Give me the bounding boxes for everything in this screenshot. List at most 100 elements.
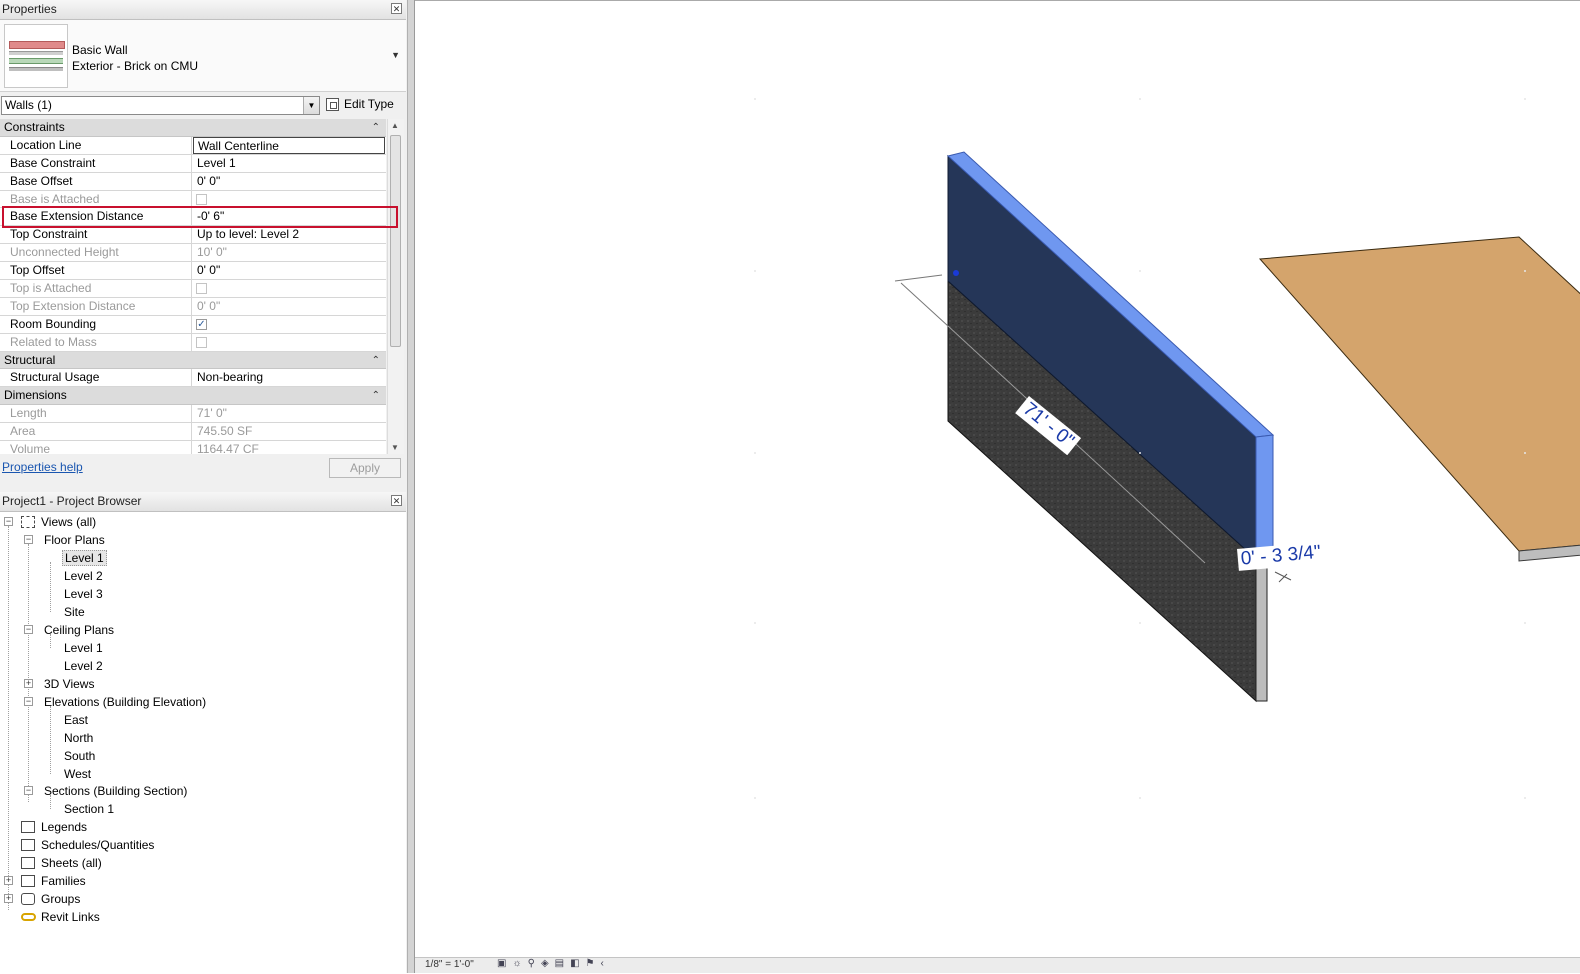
chevron-down-icon[interactable]: ▼	[391, 50, 400, 60]
panel-splitter[interactable]	[407, 0, 415, 973]
prop-row[interactable]: Top Offset 0' 0"	[0, 262, 386, 281]
section-dimensions[interactable]: Dimensions ⌃	[0, 387, 386, 406]
property-grid-scrollbar[interactable]: ▲ ▼	[387, 119, 404, 454]
related-mass-checkbox	[196, 336, 207, 348]
tree-fp-level2[interactable]: Level 2	[62, 567, 105, 585]
link-icon	[21, 913, 36, 921]
section-constraints[interactable]: Constraints ⌃	[0, 119, 386, 137]
collapse-icon[interactable]: ⌃	[372, 352, 380, 369]
edit-type-icon	[326, 98, 339, 111]
tree-cp-level2[interactable]: Level 2	[62, 657, 105, 675]
tree-cp-level1[interactable]: Level 1	[62, 639, 105, 657]
prop-name: Base Constraint	[0, 154, 192, 172]
tree-el-east[interactable]: East	[62, 711, 90, 729]
collapse-icon[interactable]: ⌃	[372, 119, 380, 136]
tree-families[interactable]: + Families	[2, 872, 88, 890]
tree-label: Floor Plans	[44, 533, 105, 547]
tree-label: Level 3	[64, 587, 103, 601]
prop-value[interactable]: Up to level: Level 2	[193, 226, 386, 243]
tree-legends[interactable]: Legends	[2, 818, 89, 836]
prop-name: Unconnected Height	[0, 244, 192, 262]
floor-slab[interactable]	[1258, 236, 1580, 552]
tree-views-all[interactable]: − Views (all)	[2, 513, 98, 531]
type-selector[interactable]: Basic Wall Exterior - Brick on CMU ▼	[0, 20, 406, 92]
prop-row[interactable]: Top Constraint Up to level: Level 2	[0, 226, 386, 245]
scroll-down-icon[interactable]: ▼	[391, 443, 399, 452]
tree-label: Level 2	[64, 659, 103, 673]
close-icon[interactable]: ✕	[391, 3, 402, 14]
prop-row: Area 745.50 SF	[0, 423, 386, 442]
scale-label[interactable]: 1/8" = 1'-0"	[425, 959, 474, 970]
tree-el-south[interactable]: South	[62, 747, 97, 765]
collapse-icon[interactable]: −	[4, 517, 13, 526]
tree-label: Sections (Building Section)	[44, 784, 188, 798]
prop-value[interactable]: Non-bearing	[193, 369, 386, 386]
prop-row: Volume 1164.47 CF	[0, 441, 386, 454]
tree-label: South	[64, 749, 96, 763]
prop-value[interactable]: 0' 0"	[193, 262, 386, 279]
tree-3d-views[interactable]: +3D Views	[22, 675, 96, 693]
instance-filter-select[interactable]: Walls (1) ▼	[1, 96, 320, 115]
tree-fp-level3[interactable]: Level 3	[62, 585, 105, 603]
tree-label: Views (all)	[41, 515, 97, 529]
prop-value[interactable]: 0' 0"	[193, 173, 386, 190]
browser-titlebar[interactable]: Project1 - Project Browser ✕	[0, 492, 406, 512]
apply-button[interactable]: Apply	[329, 458, 401, 478]
type-family: Basic Wall	[72, 43, 128, 57]
tree-fp-level1[interactable]: Level 1	[62, 549, 107, 567]
tree-sheets[interactable]: Sheets (all)	[2, 854, 104, 872]
prop-value[interactable]: Wall Centerline	[193, 136, 385, 154]
prop-row: Top Extension Distance 0' 0"	[0, 297, 386, 316]
prop-name: Top Constraint	[0, 226, 192, 244]
prop-value: 745.50 SF	[197, 424, 253, 439]
collapse-icon[interactable]: −	[24, 697, 33, 706]
collapse-icon[interactable]: ⌃	[372, 387, 380, 404]
tree-label: Level 1	[62, 550, 107, 566]
prop-name: Structural Usage	[0, 369, 192, 387]
tree-label: Groups	[41, 892, 81, 906]
section-label: Constraints	[4, 120, 65, 134]
expand-icon[interactable]: +	[24, 679, 33, 688]
tree-section1[interactable]: Section 1	[62, 800, 116, 818]
tree-floor-plans[interactable]: − Floor Plans	[22, 531, 107, 549]
properties-help-link[interactable]: Properties help	[2, 460, 83, 474]
scroll-up-icon[interactable]: ▲	[391, 121, 399, 130]
expand-icon[interactable]: +	[4, 894, 13, 903]
edit-type-button[interactable]: Edit Type	[326, 95, 394, 115]
tree-el-west[interactable]: West	[62, 765, 93, 783]
browser-title: Project1 - Project Browser	[2, 494, 142, 508]
prop-row[interactable]: Base Constraint Level 1	[0, 154, 386, 173]
property-grid: Constraints ⌃ Location Line Wall Centerlin…	[0, 119, 386, 454]
tree-revit-links[interactable]: Revit Links	[2, 908, 102, 926]
scroll-thumb[interactable]	[390, 135, 401, 347]
close-icon[interactable]: ✕	[391, 495, 402, 506]
prop-row[interactable]: Location Line Wall Centerline	[0, 136, 386, 155]
tree-groups[interactable]: + Groups	[2, 890, 82, 908]
prop-name: Top Offset	[0, 262, 192, 280]
view-controls-icons[interactable]: ▣☼⚲◈▤◧⚑‹	[497, 958, 610, 969]
prop-value[interactable]: Level 1	[193, 155, 386, 172]
tree-schedules[interactable]: Schedules/Quantities	[2, 836, 156, 854]
wall-grip-handle[interactable]	[953, 270, 959, 276]
collapse-icon[interactable]: −	[24, 786, 33, 795]
wall-end	[1255, 434, 1274, 560]
expand-icon[interactable]: +	[4, 876, 13, 885]
tree-sections[interactable]: − Sections (Building Section)	[22, 782, 189, 800]
tree-ceiling-plans[interactable]: − Ceiling Plans	[22, 621, 116, 639]
tree-elevations[interactable]: − Elevations (Building Elevation)	[22, 693, 208, 711]
room-bounding-checkbox[interactable]: ✓	[196, 318, 207, 330]
chevron-down-icon[interactable]: ▼	[303, 97, 319, 114]
prop-row[interactable]: Base Offset 0' 0"	[0, 172, 386, 191]
collapse-icon[interactable]: −	[24, 535, 33, 544]
prop-name: Top Extension Distance	[0, 297, 192, 315]
properties-titlebar[interactable]: Properties ✕	[0, 0, 406, 20]
prop-row[interactable]: Room Bounding ✓	[0, 315, 386, 334]
tree-fp-site[interactable]: Site	[62, 603, 87, 621]
3d-view-canvas[interactable]: 71' - 0" 0' - 3 3/4"	[415, 0, 1580, 973]
prop-value: 71' 0"	[197, 406, 227, 421]
prop-row[interactable]: Structural Usage Non-bearing	[0, 369, 386, 388]
section-structural[interactable]: Structural ⌃	[0, 351, 386, 370]
collapse-icon[interactable]: −	[24, 625, 33, 634]
prop-row: Related to Mass	[0, 333, 386, 352]
tree-el-north[interactable]: North	[62, 729, 95, 747]
